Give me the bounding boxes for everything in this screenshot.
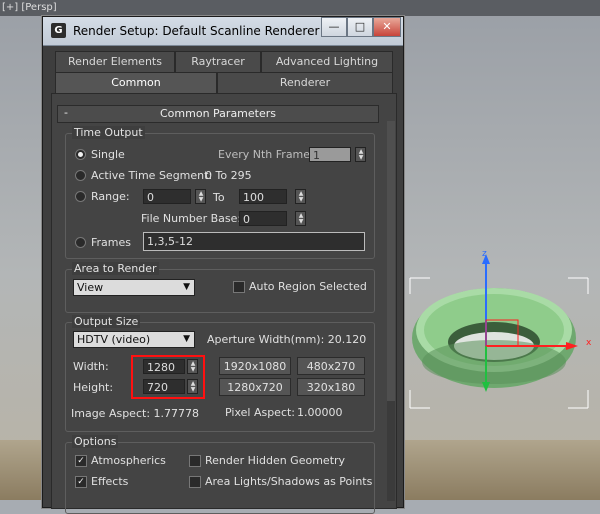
viewport-toolbar: [0, 0, 600, 16]
range-label: Range:: [91, 190, 130, 203]
chevron-down-icon: ▼: [183, 334, 190, 344]
atmospherics-checkbox[interactable]: ✓: [75, 455, 87, 467]
gizmo-z-label: z: [482, 250, 487, 259]
active-time-segment-label: Active Time Segment:: [91, 169, 213, 182]
frames-radio[interactable]: [75, 237, 86, 248]
preset-320x180-button[interactable]: 320x180: [297, 378, 365, 396]
every-nth-frame-label: Every Nth Frame:: [218, 148, 314, 161]
minimize-button[interactable]: —: [321, 17, 347, 37]
output-size-title: Output Size: [72, 315, 141, 328]
range-from-spinner[interactable]: ▲ ▼: [195, 189, 206, 204]
app-logo-icon: G: [51, 23, 66, 38]
viewport-label[interactable]: [+] [Persp]: [2, 2, 57, 13]
render-setup-window: G Render Setup: Default Scanline Rendere…: [42, 16, 404, 514]
active-time-segment-radio[interactable]: [75, 170, 86, 181]
frames-label: Frames: [91, 236, 132, 249]
pixel-aspect-label: Pixel Aspect:: [225, 406, 296, 419]
area-to-render-dropdown[interactable]: View ▼: [73, 279, 195, 296]
torus-gizmo-svg: z x: [409, 249, 592, 409]
scrollbar-thumb[interactable]: [387, 121, 395, 401]
preset-480x270-button[interactable]: 480x270: [297, 357, 365, 375]
auto-region-checkbox[interactable]: [233, 281, 245, 293]
output-size-preset-dropdown[interactable]: HDTV (video) ▼: [73, 331, 195, 348]
aperture-width-label: Aperture Width(mm): 20.120: [207, 333, 367, 346]
area-lights-label: Area Lights/Shadows as Points: [205, 475, 373, 488]
render-hidden-geometry-label: Render Hidden Geometry: [205, 454, 346, 467]
active-time-segment-value: 0 To 295: [205, 169, 252, 182]
single-radio[interactable]: [75, 149, 86, 160]
common-parameters-rollout[interactable]: - Common Parameters: [57, 105, 379, 123]
image-aspect-label: Image Aspect: 1.77778: [71, 407, 200, 420]
render-hidden-geometry-checkbox[interactable]: [189, 455, 201, 467]
gizmo-x-label: x: [586, 338, 592, 348]
auto-region-label: Auto Region Selected: [249, 280, 367, 293]
window-title: Render Setup: Default Scanline Renderer: [73, 24, 320, 38]
close-button[interactable]: ✕: [373, 17, 401, 37]
frames-field[interactable]: 1,3,5-12: [143, 232, 365, 251]
atmospherics-label: Atmospherics: [91, 454, 166, 467]
maximize-button[interactable]: □: [347, 17, 373, 37]
file-number-base-spinner[interactable]: ▲ ▼: [295, 211, 306, 226]
tab-common[interactable]: Common: [55, 72, 217, 94]
tab-advanced-lighting[interactable]: Advanced Lighting: [261, 51, 393, 73]
output-size-preset-value: HDTV (video): [77, 333, 151, 346]
rollout-title: Common Parameters: [160, 107, 276, 120]
title-bar[interactable]: G Render Setup: Default Scanline Rendere…: [43, 17, 403, 46]
every-nth-frame-spinner[interactable]: ▲ ▼: [355, 147, 366, 162]
area-to-render-value: View: [77, 281, 104, 294]
time-output-title: Time Output: [72, 126, 145, 139]
range-from-field[interactable]: 0: [143, 189, 191, 204]
effects-checkbox[interactable]: ✓: [75, 476, 87, 488]
preset-1920x1080-button[interactable]: 1920x1080: [219, 357, 291, 375]
height-label: Height:: [73, 381, 114, 394]
chevron-down-icon: ▼: [183, 282, 190, 292]
tab-raytracer[interactable]: Raytracer: [175, 51, 261, 73]
width-label: Width:: [73, 360, 109, 373]
range-to-label: To: [213, 191, 225, 204]
single-label: Single: [91, 148, 125, 161]
highlight-box: [131, 355, 205, 399]
range-to-spinner[interactable]: ▲ ▼: [295, 189, 306, 204]
effects-label: Effects: [91, 475, 129, 488]
range-to-field[interactable]: 100: [239, 189, 287, 204]
preset-1280x720-button[interactable]: 1280x720: [219, 378, 291, 396]
tab-renderer[interactable]: Renderer: [217, 72, 393, 94]
tab-render-elements[interactable]: Render Elements: [55, 51, 175, 73]
file-number-base-field[interactable]: 0: [239, 211, 287, 226]
every-nth-frame-field[interactable]: 1: [309, 147, 351, 162]
area-lights-checkbox[interactable]: [189, 476, 201, 488]
area-to-render-title: Area to Render: [72, 262, 159, 275]
range-radio[interactable]: [75, 191, 86, 202]
pixel-aspect-value: 1.00000: [297, 406, 343, 419]
options-title: Options: [72, 435, 119, 448]
file-number-base-label: File Number Base:: [141, 212, 242, 225]
torus-object[interactable]: z x: [408, 249, 600, 415]
